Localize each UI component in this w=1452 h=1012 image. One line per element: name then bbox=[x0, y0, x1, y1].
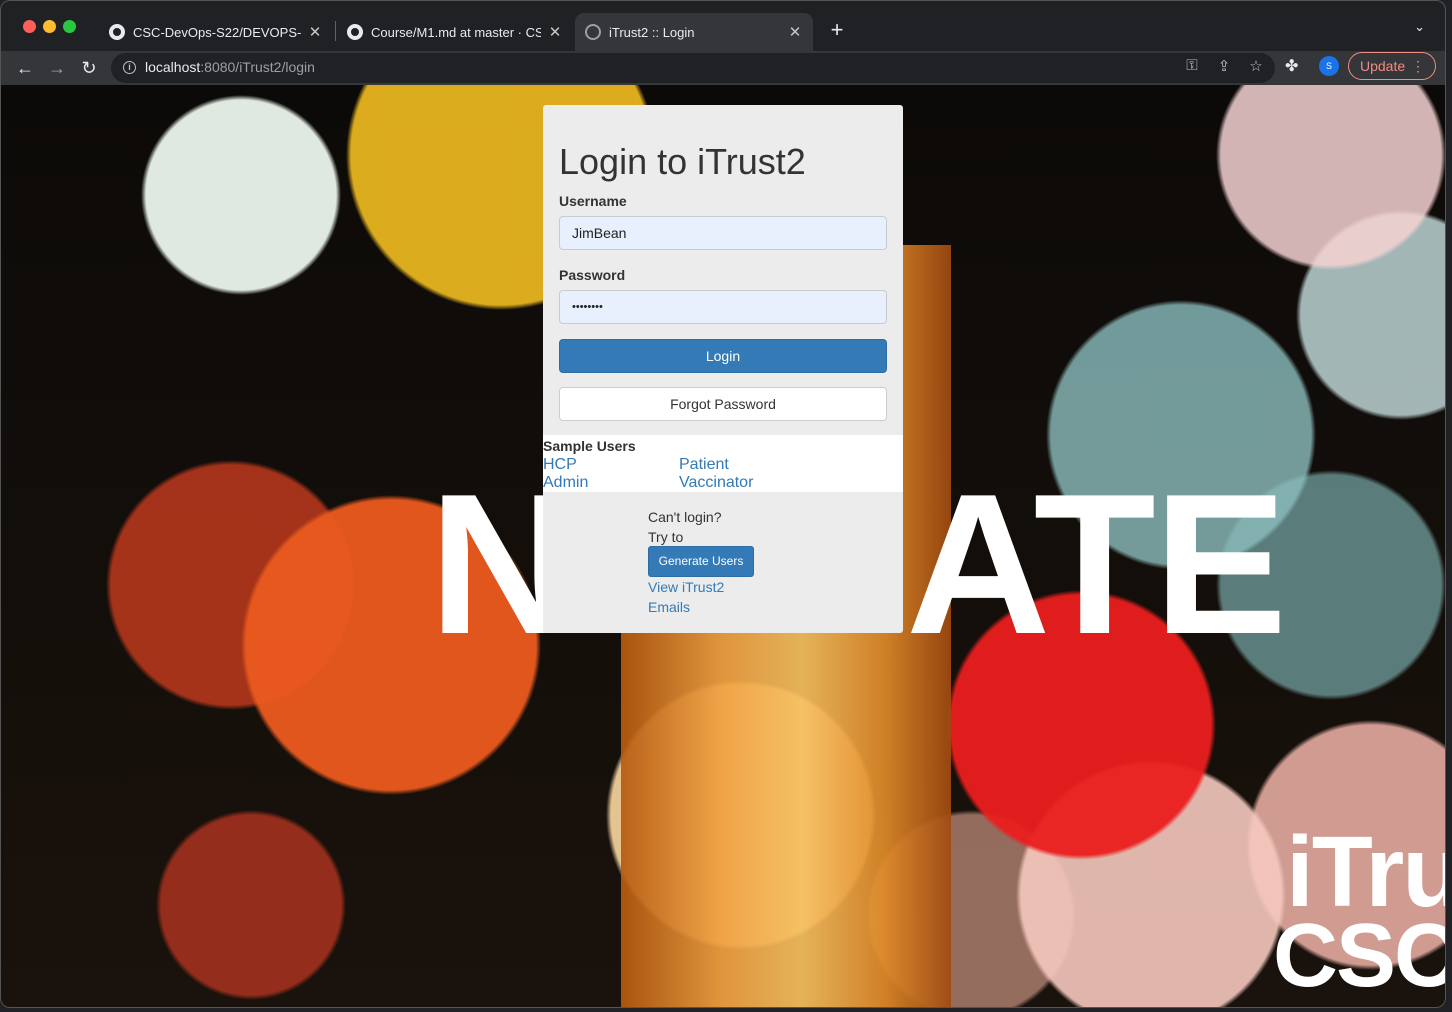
tab-divider bbox=[335, 21, 336, 41]
password-field[interactable]: •••••••• bbox=[559, 290, 887, 324]
page-viewport: N ATE iTru CSC Login to iTrust2 Username… bbox=[1, 85, 1446, 1007]
tab-label: CSC-DevOps-S22/DEVOPS-10 bbox=[133, 24, 301, 40]
url-path: :8080/iTrust2/login bbox=[200, 59, 315, 75]
background-text: CSC bbox=[1273, 906, 1446, 1006]
sample-user-hcp-link[interactable]: HCP bbox=[543, 456, 577, 474]
forward-arrow-icon[interactable]: → bbox=[43, 54, 71, 82]
tab-label: Course/M1.md at master · CSC-DevOps-S22 bbox=[371, 24, 541, 40]
url-host: localhost bbox=[145, 59, 201, 75]
address-bar[interactable]: i localhost:8080/iTrust2/login ⚿ ⇪ ☆ bbox=[111, 53, 1275, 83]
login-button[interactable]: Login bbox=[559, 339, 887, 373]
view-emails-link-line2[interactable]: Emails bbox=[648, 599, 690, 615]
page-title: Login to iTrust2 bbox=[559, 141, 806, 182]
tab-itrust-login[interactable]: iTrust2 :: Login ✕ bbox=[575, 13, 813, 51]
globe-icon bbox=[585, 24, 601, 40]
sample-user-patient-link[interactable]: Patient bbox=[679, 456, 729, 474]
puzzle-icon[interactable]: ✤ bbox=[1285, 56, 1298, 76]
sample-users-title: Sample Users bbox=[543, 438, 636, 454]
github-icon bbox=[347, 24, 363, 40]
tab-course[interactable]: Course/M1.md at master · CSC-DevOps-S22 … bbox=[339, 13, 571, 51]
background-text: ATE bbox=[906, 453, 1287, 676]
back-arrow-icon[interactable]: ← bbox=[11, 54, 39, 82]
generate-users-button[interactable]: Generate Users bbox=[648, 546, 754, 577]
password-label: Password bbox=[559, 267, 626, 283]
cant-login-text: Can't login? bbox=[648, 509, 722, 525]
key-icon[interactable]: ⚿ bbox=[1181, 57, 1203, 74]
more-vert-icon: ⋮ bbox=[1411, 58, 1425, 74]
star-icon[interactable]: ☆ bbox=[1245, 57, 1267, 75]
forgot-password-button[interactable]: Forgot Password bbox=[559, 387, 887, 421]
sample-users-panel: Sample Users HCP Patient Admin Vaccinato… bbox=[543, 435, 903, 492]
avatar[interactable]: S bbox=[1319, 56, 1339, 76]
url-text[interactable]: localhost:8080/iTrust2/login bbox=[145, 59, 315, 75]
try-to-text: Try to bbox=[648, 529, 684, 545]
browser-toolbar: ← → ↻ i localhost:8080/iTrust2/login ⚿ ⇪… bbox=[1, 51, 1445, 85]
reload-icon[interactable]: ↻ bbox=[75, 54, 103, 82]
share-icon[interactable]: ⇪ bbox=[1213, 57, 1235, 75]
username-field[interactable]: JimBean bbox=[559, 216, 887, 250]
sample-user-admin-link[interactable]: Admin bbox=[543, 474, 588, 492]
sample-user-vaccinator-link[interactable]: Vaccinator bbox=[679, 474, 753, 492]
username-label: Username bbox=[559, 193, 627, 209]
tab-strip: CSC-DevOps-S22/DEVOPS-10 ✕ Course/M1.md … bbox=[1, 1, 1445, 51]
maximize-window-button[interactable] bbox=[63, 20, 76, 33]
github-icon bbox=[109, 24, 125, 40]
login-card: Login to iTrust2 Username JimBean Passwo… bbox=[543, 105, 903, 633]
minimize-window-button[interactable] bbox=[43, 20, 56, 33]
close-tab-icon[interactable]: ✕ bbox=[787, 23, 803, 41]
tab-label: iTrust2 :: Login bbox=[609, 24, 695, 40]
info-icon[interactable]: i bbox=[123, 61, 136, 74]
close-tab-icon[interactable]: ✕ bbox=[547, 23, 563, 41]
chevron-down-icon[interactable]: ⌄ bbox=[1414, 19, 1425, 35]
browser-window: CSC-DevOps-S22/DEVOPS-10 ✕ Course/M1.md … bbox=[0, 0, 1446, 1008]
update-label: Update bbox=[1360, 58, 1406, 74]
close-window-button[interactable] bbox=[23, 20, 36, 33]
new-tab-button[interactable]: + bbox=[825, 17, 849, 43]
view-emails-link[interactable]: View iTrust2 bbox=[648, 579, 724, 595]
update-button[interactable]: Update ⋮ bbox=[1348, 52, 1436, 80]
close-tab-icon[interactable]: ✕ bbox=[307, 23, 323, 41]
tab-devops[interactable]: CSC-DevOps-S22/DEVOPS-10 ✕ bbox=[101, 13, 331, 51]
